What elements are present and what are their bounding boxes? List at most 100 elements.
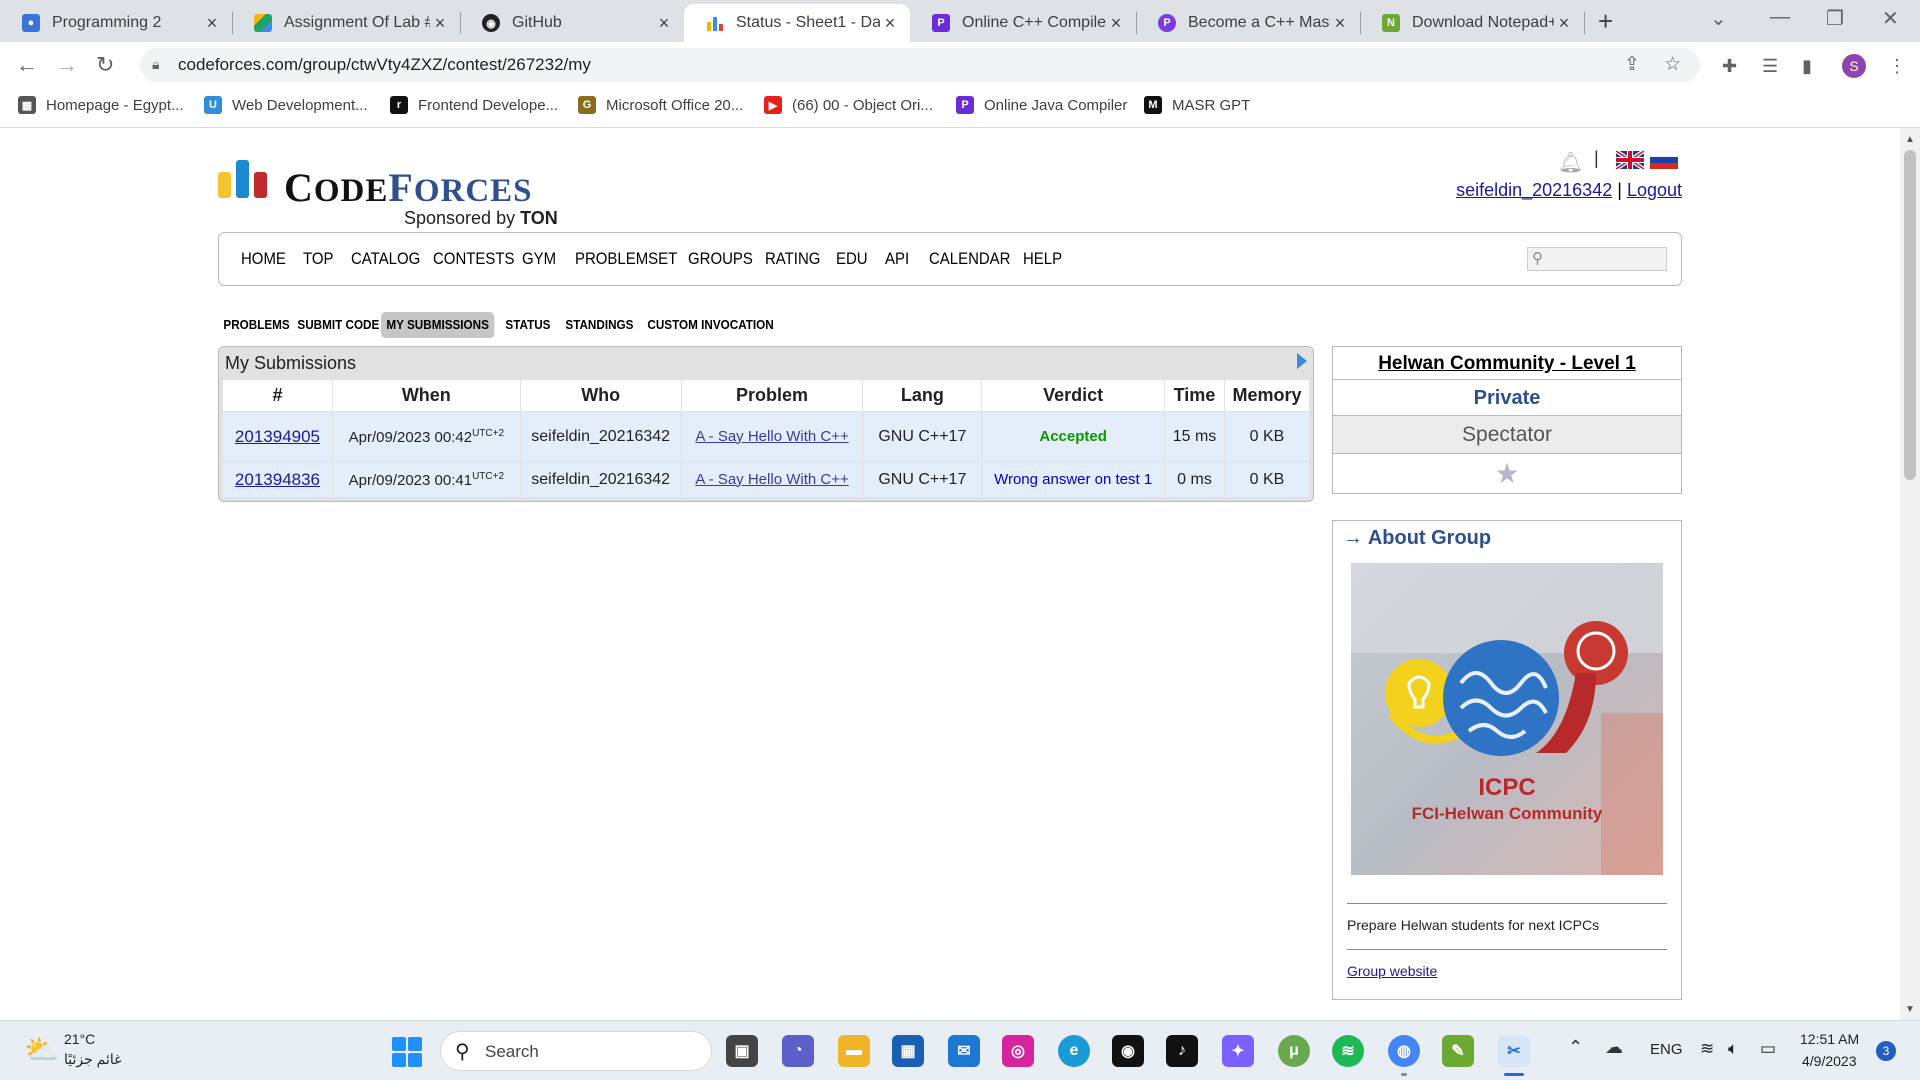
copilot-icon[interactable]: ✦	[1222, 1035, 1254, 1067]
menu-problemset[interactable]: PROBLEMSET	[575, 249, 677, 269]
menu-catalog[interactable]: CATALOG	[351, 249, 420, 269]
weather-partly-cloudy-icon[interactable]: ⛅	[24, 1033, 59, 1066]
bookmark-item[interactable]: G Microsoft Office 20...	[578, 96, 743, 114]
browser-tab[interactable]: ◉ GitHub ×	[460, 4, 684, 42]
bookmark-star-icon[interactable]: ☆	[1664, 53, 1681, 76]
utorrent-icon[interactable]: μ	[1278, 1035, 1310, 1067]
chrome-icon[interactable]: ◍	[1388, 1035, 1420, 1067]
browser-tab[interactable]: N Download Notepad+ ×	[1360, 4, 1584, 42]
restore-icon[interactable]: ❐	[1826, 6, 1844, 31]
menu-groups[interactable]: GROUPS	[688, 249, 753, 269]
menu-rating[interactable]: RATING	[765, 249, 820, 269]
submission-id-link[interactable]: 201394836	[235, 470, 320, 489]
profile-avatar[interactable]: S	[1842, 54, 1866, 78]
scroll-down-arrow-icon[interactable]: ▼	[1905, 1004, 1915, 1015]
media-queue-icon[interactable]: ☰	[1762, 56, 1778, 77]
weather-description[interactable]: غائم جزئيًا	[64, 1051, 121, 1068]
browser-tab-active[interactable]: Status - Sheet1 - Data ×	[684, 4, 910, 42]
clock-time[interactable]: 12:51 AM	[1800, 1031, 1859, 1047]
tab-close-icon[interactable]: ×	[1106, 13, 1126, 34]
edge-browser-icon[interactable]: e	[1058, 1035, 1090, 1067]
microsoft-store-icon[interactable]: ▦	[892, 1035, 924, 1067]
contest-menu-my-submissions[interactable]: MY SUBMISSIONS	[381, 312, 495, 338]
volume-icon[interactable]: 🔈︎	[1728, 1039, 1738, 1059]
menu-home[interactable]: HOME	[241, 249, 286, 269]
bookmark-item[interactable]: M MASR GPT	[1144, 96, 1250, 114]
windows-start-icon[interactable]	[392, 1037, 422, 1067]
menu-api[interactable]: API	[885, 249, 909, 269]
contest-menu-problems[interactable]: PROBLEMS	[218, 312, 295, 338]
bell-icon[interactable]: 🔔︎	[1558, 150, 1583, 175]
browser-tab[interactable]: P Online C++ Compiler ×	[910, 4, 1136, 42]
bookmark-item[interactable]: P Online Java Compiler	[956, 96, 1127, 114]
submission-id-link[interactable]: 201394905	[235, 427, 320, 446]
problem-link[interactable]: A - Say Hello With C++	[695, 471, 848, 488]
reload-icon[interactable]: ↻	[96, 52, 114, 78]
tab-search-chevron-icon[interactable]: ⌄	[1710, 6, 1727, 31]
bookmark-item[interactable]: ▶ (66) 00 - Object Ori...	[764, 96, 933, 114]
search-input[interactable]: ⚲	[1527, 247, 1667, 271]
browser-tab[interactable]: ● Programming 2 ×	[0, 4, 232, 42]
username-link[interactable]: seifeldin_20216342	[1456, 180, 1612, 200]
spotify-icon[interactable]: ≋	[1332, 1035, 1364, 1067]
page-scrollbar[interactable]: ▲ ▼	[1900, 128, 1920, 1020]
weather-temperature[interactable]: 21°C	[64, 1031, 95, 1047]
menu-calendar[interactable]: CALENDAR	[929, 249, 1010, 269]
contest-menu-standings[interactable]: STANDINGS	[560, 312, 639, 338]
tab-close-icon[interactable]: ×	[880, 13, 900, 34]
bookmark-item[interactable]: ▦ Homepage - Egypt...	[18, 96, 184, 114]
back-arrow-icon[interactable]: ←	[16, 52, 38, 78]
input-language[interactable]: ENG	[1650, 1041, 1683, 1058]
minimize-icon[interactable]: —	[1770, 6, 1790, 29]
menu-contests[interactable]: CONTESTS	[433, 249, 514, 269]
star-icon[interactable]: ★	[1333, 454, 1681, 494]
contest-menu-custom-invocation[interactable]: CUSTOM INVOCATION	[642, 312, 779, 338]
browser-tab[interactable]: Assignment Of Lab # ×	[232, 4, 460, 42]
file-explorer-icon[interactable]: ▬	[838, 1035, 870, 1067]
onedrive-cloud-icon[interactable]: ☁	[1605, 1037, 1623, 1058]
group-name-link[interactable]: Helwan Community - Level 1	[1378, 353, 1636, 374]
browser-tab[interactable]: P Become a C++ Maste ×	[1136, 4, 1360, 42]
extensions-puzzle-icon[interactable]: ✚	[1722, 56, 1737, 77]
bookmark-item[interactable]: r Frontend Develope...	[390, 96, 558, 114]
logout-link[interactable]: Logout	[1627, 180, 1682, 200]
menu-help[interactable]: HELP	[1023, 249, 1062, 269]
tab-close-icon[interactable]: ×	[654, 13, 674, 34]
share-icon[interactable]: ⇪	[1624, 53, 1640, 76]
group-website-link[interactable]: Group website	[1347, 963, 1437, 979]
menu-edu[interactable]: EDU	[836, 249, 868, 269]
menu-top[interactable]: TOP	[303, 249, 333, 269]
russia-flag-icon[interactable]	[1650, 151, 1678, 169]
clock-date[interactable]: 4/9/2023	[1802, 1053, 1857, 1069]
show-hidden-icons-chevron-icon[interactable]: ⌃	[1568, 1037, 1583, 1058]
taskbar-search-box[interactable]: ⚲ Search	[440, 1031, 712, 1071]
problem-link[interactable]: A - Say Hello With C++	[695, 428, 848, 445]
notification-badge[interactable]: 3	[1876, 1041, 1896, 1061]
wifi-icon[interactable]: ≋	[1700, 1039, 1714, 1059]
menu-gym[interactable]: GYM	[522, 249, 556, 269]
uk-flag-icon[interactable]	[1616, 151, 1644, 169]
close-window-icon[interactable]: ✕	[1882, 6, 1899, 31]
tab-close-icon[interactable]: ×	[1554, 13, 1574, 34]
tiktok-icon[interactable]: ♪	[1166, 1035, 1198, 1067]
snipping-tool-icon[interactable]: ✂	[1498, 1035, 1530, 1067]
address-bar[interactable]: 🔒︎ codeforces.com/group/ctwVty4ZXZ/conte…	[140, 48, 1700, 82]
browser-menu-icon[interactable]: ⋮	[1888, 56, 1906, 77]
new-tab-plus-icon[interactable]: +	[1598, 6, 1613, 37]
expand-arrow-icon[interactable]	[1297, 353, 1307, 369]
tab-close-icon[interactable]: ×	[202, 13, 222, 34]
tab-close-icon[interactable]: ×	[430, 13, 450, 34]
app-ring-icon[interactable]: ◉	[1112, 1035, 1144, 1067]
teams-chat-icon[interactable]: ◔	[782, 1035, 814, 1067]
instagram-icon[interactable]: ◎	[1002, 1035, 1034, 1067]
tab-close-icon[interactable]: ×	[1330, 13, 1350, 34]
bookmark-item[interactable]: U Web Development...	[204, 96, 368, 114]
contest-menu-status[interactable]: STATUS	[500, 312, 556, 338]
side-panel-icon[interactable]: ▮	[1802, 56, 1812, 77]
contest-menu-submit-code[interactable]: SUBMIT CODE	[292, 312, 385, 338]
battery-icon[interactable]: ▭	[1760, 1039, 1776, 1059]
scroll-thumb[interactable]	[1904, 150, 1916, 480]
task-view-icon[interactable]: ▣	[726, 1035, 758, 1067]
scroll-up-arrow-icon[interactable]: ▲	[1905, 134, 1915, 145]
forward-arrow-icon[interactable]: →	[56, 52, 78, 78]
